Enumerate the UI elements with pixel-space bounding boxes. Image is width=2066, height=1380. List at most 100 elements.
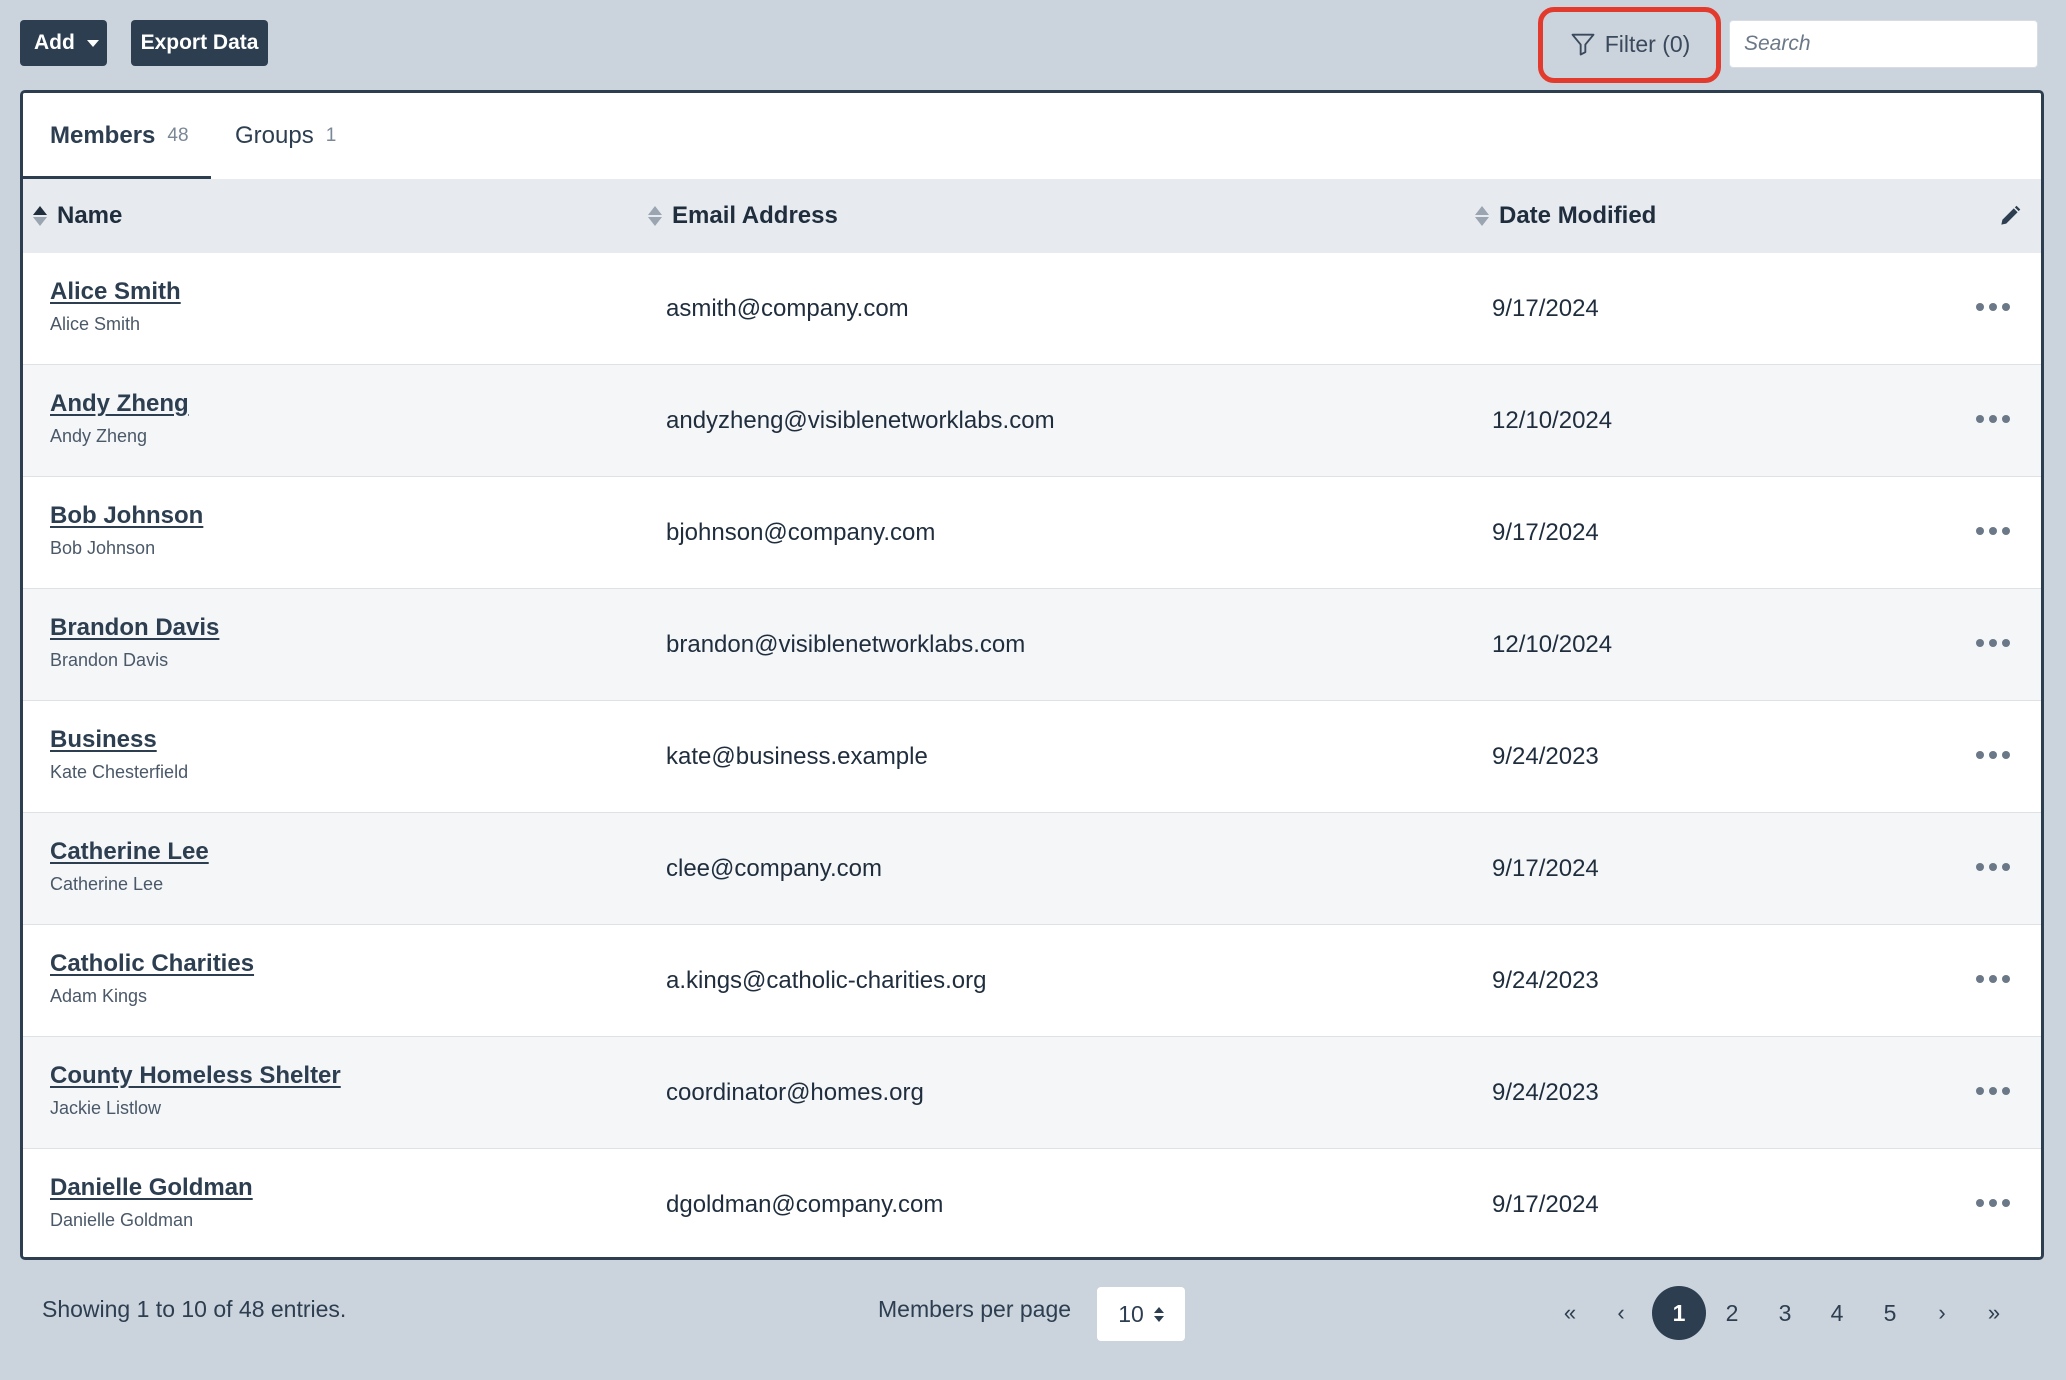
email-cell: dgoldman@company.com bbox=[666, 1191, 944, 1218]
date-cell: 12/10/2024 bbox=[1492, 631, 1613, 658]
tab-members[interactable]: Members 48 bbox=[23, 93, 211, 179]
member-name-link[interactable]: Bob Johnson bbox=[50, 502, 203, 530]
member-contact-name: Brandon Davis bbox=[50, 650, 169, 670]
pagination-first[interactable]: « bbox=[1543, 1286, 1597, 1340]
filter-icon bbox=[1571, 33, 1595, 56]
tab-groups-count: 1 bbox=[325, 125, 337, 146]
name-cell: Catherine Lee Catherine Lee bbox=[50, 838, 209, 895]
edit-columns-button[interactable] bbox=[1997, 179, 2023, 253]
column-header-name[interactable]: Name bbox=[33, 179, 122, 253]
more-options-icon[interactable] bbox=[1975, 299, 2011, 315]
pagination-page-2[interactable]: 2 bbox=[1705, 1286, 1759, 1340]
more-options-icon[interactable] bbox=[1975, 859, 2011, 875]
member-name-link[interactable]: Danielle Goldman bbox=[50, 1174, 253, 1202]
filter-button[interactable]: Filter (0) bbox=[1553, 20, 1706, 68]
date-cell: 12/10/2024 bbox=[1492, 407, 1613, 434]
more-options-icon[interactable] bbox=[1975, 411, 2011, 427]
table-row: Business Kate Chesterfield kate@business… bbox=[23, 701, 2041, 813]
table-row: Danielle Goldman Danielle Goldman dgoldm… bbox=[23, 1149, 2041, 1257]
name-cell: Business Kate Chesterfield bbox=[50, 726, 188, 783]
pagination-page-3[interactable]: 3 bbox=[1758, 1286, 1812, 1340]
table-row: Andy Zheng Andy Zheng andyzheng@visiblen… bbox=[23, 365, 2041, 477]
date-cell: 9/24/2023 bbox=[1492, 743, 1599, 770]
column-header-date-modified[interactable]: Date Modified bbox=[1475, 179, 1656, 253]
email-cell: andyzheng@visiblenetworklabs.com bbox=[666, 407, 1055, 434]
tab-members-count: 48 bbox=[167, 125, 189, 146]
member-name-link[interactable]: Catherine Lee bbox=[50, 838, 209, 866]
member-name-link[interactable]: Andy Zheng bbox=[50, 390, 189, 418]
date-cell: 9/17/2024 bbox=[1492, 295, 1599, 322]
name-cell: Catholic Charities Adam Kings bbox=[50, 950, 254, 1007]
email-cell: asmith@company.com bbox=[666, 295, 909, 322]
email-cell: a.kings@catholic-charities.org bbox=[666, 967, 987, 994]
member-contact-name: Catherine Lee bbox=[50, 874, 164, 894]
pagination-next[interactable]: › bbox=[1915, 1286, 1969, 1340]
add-button[interactable]: Add bbox=[20, 20, 107, 66]
table-body: Alice Smith Alice Smith asmith@company.c… bbox=[23, 253, 2041, 1257]
name-cell: Alice Smith Alice Smith bbox=[50, 278, 181, 335]
date-cell: 9/24/2023 bbox=[1492, 967, 1599, 994]
per-page-select[interactable]: 10 bbox=[1097, 1287, 1185, 1341]
member-contact-name: Danielle Goldman bbox=[50, 1210, 194, 1230]
sort-ascending-icon bbox=[33, 206, 47, 226]
name-cell: Danielle Goldman Danielle Goldman bbox=[50, 1174, 253, 1231]
toolbar: Add Export Data Filter (0) bbox=[0, 0, 2066, 88]
member-contact-name: Jackie Listlow bbox=[50, 1098, 162, 1118]
sort-icon bbox=[648, 206, 662, 226]
name-cell: Bob Johnson Bob Johnson bbox=[50, 502, 203, 559]
member-contact-name: Alice Smith bbox=[50, 314, 141, 334]
pagination-page-1[interactable]: 1 bbox=[1652, 1286, 1706, 1340]
member-name-link[interactable]: County Homeless Shelter bbox=[50, 1062, 341, 1090]
select-arrows-icon bbox=[1153, 1306, 1164, 1322]
member-name-link[interactable]: Catholic Charities bbox=[50, 950, 254, 978]
member-contact-name: Adam Kings bbox=[50, 986, 148, 1006]
more-options-icon[interactable] bbox=[1975, 971, 2011, 987]
more-options-icon[interactable] bbox=[1975, 747, 2011, 763]
add-button-label: Add bbox=[34, 31, 75, 54]
more-options-icon[interactable] bbox=[1975, 523, 2011, 539]
email-cell: brandon@visiblenetworklabs.com bbox=[666, 631, 1026, 658]
pagination-previous[interactable]: ‹ bbox=[1594, 1286, 1648, 1340]
member-name-link[interactable]: Business bbox=[50, 726, 188, 754]
column-email-label: Email Address bbox=[672, 202, 838, 229]
tab-members-label: Members bbox=[50, 122, 156, 149]
tab-bar: Members 48 Groups 1 bbox=[23, 93, 2041, 179]
more-options-icon[interactable] bbox=[1975, 635, 2011, 651]
member-name-link[interactable]: Brandon Davis bbox=[50, 614, 219, 642]
export-data-button[interactable]: Export Data bbox=[131, 20, 268, 66]
table-row: County Homeless Shelter Jackie Listlow c… bbox=[23, 1037, 2041, 1149]
members-panel: Members 48 Groups 1 Name Email Address D… bbox=[20, 90, 2044, 1260]
date-cell: 9/17/2024 bbox=[1492, 855, 1599, 882]
member-contact-name: Bob Johnson bbox=[50, 538, 156, 558]
table-header: Name Email Address Date Modified bbox=[23, 179, 2041, 253]
tab-groups-label: Groups bbox=[235, 122, 314, 149]
table-row: Bob Johnson Bob Johnson bjohnson@company… bbox=[23, 477, 2041, 589]
name-cell: Andy Zheng Andy Zheng bbox=[50, 390, 189, 447]
caret-down-icon bbox=[86, 39, 99, 47]
column-header-email[interactable]: Email Address bbox=[648, 179, 838, 253]
table-row: Catholic Charities Adam Kings a.kings@ca… bbox=[23, 925, 2041, 1037]
email-cell: bjohnson@company.com bbox=[666, 519, 936, 546]
per-page-value: 10 bbox=[1118, 1300, 1144, 1327]
pencil-icon bbox=[2001, 205, 2021, 225]
pagination-page-5[interactable]: 5 bbox=[1863, 1286, 1917, 1340]
email-cell: kate@business.example bbox=[666, 743, 928, 770]
name-cell: County Homeless Shelter Jackie Listlow bbox=[50, 1062, 341, 1119]
date-cell: 9/17/2024 bbox=[1492, 1191, 1599, 1218]
column-date-label: Date Modified bbox=[1499, 202, 1657, 229]
entries-summary: Showing 1 to 10 of 48 entries. bbox=[42, 1296, 347, 1322]
column-name-label: Name bbox=[57, 202, 123, 229]
date-cell: 9/17/2024 bbox=[1492, 519, 1599, 546]
pagination-page-4[interactable]: 4 bbox=[1810, 1286, 1864, 1340]
email-cell: coordinator@homes.org bbox=[666, 1079, 924, 1106]
table-row: Alice Smith Alice Smith asmith@company.c… bbox=[23, 253, 2041, 365]
filter-label: Filter (0) bbox=[1604, 30, 1691, 57]
member-name-link[interactable]: Alice Smith bbox=[50, 278, 181, 306]
pagination-last[interactable]: » bbox=[1967, 1286, 2021, 1340]
more-options-icon[interactable] bbox=[1975, 1195, 2011, 1211]
tab-groups[interactable]: Groups 1 bbox=[235, 93, 336, 179]
more-options-icon[interactable] bbox=[1975, 1083, 2011, 1099]
search-input[interactable] bbox=[1729, 20, 2038, 68]
table-row: Catherine Lee Catherine Lee clee@company… bbox=[23, 813, 2041, 925]
member-contact-name: Andy Zheng bbox=[50, 426, 148, 446]
